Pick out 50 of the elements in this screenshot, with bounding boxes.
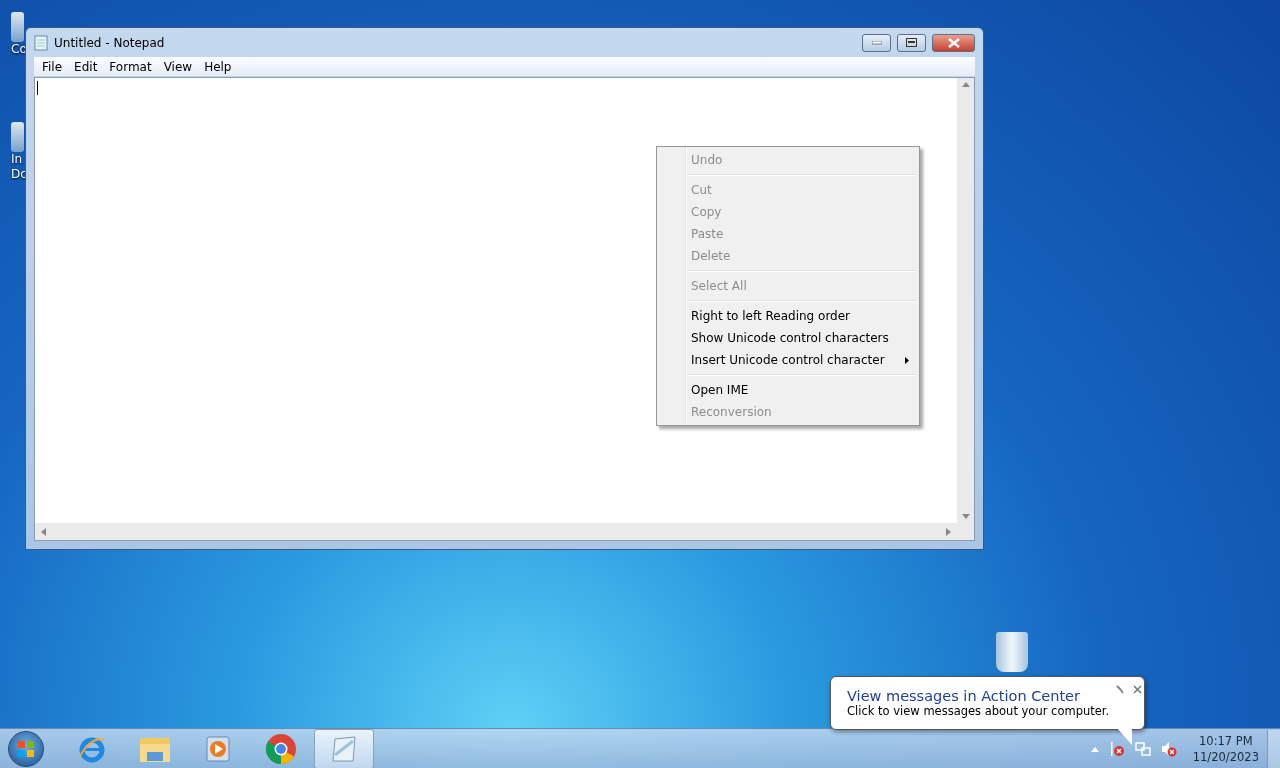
desktop-icon[interactable]: [11, 12, 24, 42]
close-icon[interactable]: [1133, 685, 1143, 694]
taskbar-button[interactable]: [314, 729, 374, 768]
scroll-down-icon[interactable]: [961, 514, 970, 519]
desktop-icon-label: In: [11, 152, 23, 167]
speaker-muted-icon[interactable]: [1160, 741, 1177, 757]
vertical-scrollbar[interactable]: [957, 78, 974, 523]
scroll-left-icon[interactable]: [41, 527, 46, 536]
menu-item[interactable]: Help: [198, 59, 238, 74]
context-menu-item[interactable]: Open IME: [659, 379, 917, 401]
notepad-icon: [34, 34, 48, 51]
recycle-bin-icon[interactable]: [996, 632, 1028, 672]
context-menu-item[interactable]: Insert Unicode control character: [659, 349, 917, 371]
notification-title: View messages in Action Center: [847, 688, 1081, 704]
media-player-icon: [204, 735, 232, 763]
close-icon: [947, 37, 960, 48]
clock-date: 11/20/2023: [1192, 749, 1259, 765]
desktop-icon-label: Co: [11, 42, 27, 57]
minimize-icon: [871, 40, 882, 45]
flag-error-icon[interactable]: [1108, 741, 1125, 757]
text-cursor: [37, 81, 38, 95]
clock[interactable]: 10:17 PM 11/20/2023: [1192, 733, 1259, 765]
desktop-icon[interactable]: [11, 122, 24, 152]
show-hidden-icons-icon[interactable]: [1090, 746, 1099, 752]
desktop-icon-label: Dc: [11, 167, 27, 182]
horizontal-scrollbar[interactable]: [35, 523, 957, 540]
clock-time: 10:17 PM: [1199, 733, 1253, 749]
scroll-right-icon[interactable]: [946, 527, 951, 536]
show-desktop-button[interactable]: [1267, 730, 1280, 768]
maximize-icon: [906, 38, 917, 47]
notepad-icon: [329, 735, 359, 763]
window-title: Untitled - Notepad: [54, 35, 165, 50]
balloon-tail: [1118, 729, 1132, 745]
menu-item[interactable]: Edit: [68, 59, 104, 74]
context-menu-item[interactable]: Show Unicode control characters: [659, 327, 917, 349]
chrome-icon: [265, 733, 297, 765]
menu-item[interactable]: Format: [103, 59, 158, 74]
notification-message: Click to view messages about your computer.: [847, 704, 1110, 718]
context-menu-item[interactable]: Right to left Reading order: [659, 305, 917, 327]
start-button[interactable]: [8, 731, 44, 767]
maximize-button[interactable]: [897, 33, 926, 52]
notification-balloon[interactable]: View messages in Action Center Click to view messages about your computer.: [830, 676, 1145, 730]
menu-item[interactable]: File: [36, 59, 69, 74]
network-icon[interactable]: [1134, 741, 1151, 757]
scroll-up-icon[interactable]: [961, 82, 970, 87]
folder-icon: [139, 735, 171, 763]
minimize-button[interactable]: [862, 33, 891, 52]
menu-item[interactable]: View: [157, 59, 199, 74]
close-button[interactable]: [932, 33, 975, 52]
windows-logo-icon: [17, 740, 35, 758]
